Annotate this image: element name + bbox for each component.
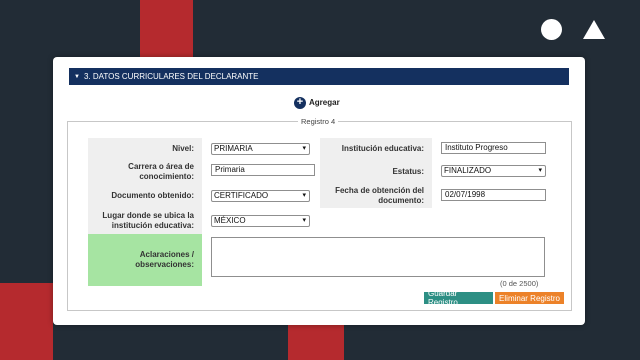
save-record-button[interactable]: Guardar Registro	[424, 289, 493, 307]
form-card: ▼ 3. DATOS CURRICULARES DEL DECLARANTE +…	[53, 57, 585, 325]
add-record-button[interactable]: + Agregar	[294, 96, 340, 109]
institucion-input[interactable]: Instituto Progreso	[441, 142, 546, 154]
record-legend: Registro 4	[298, 117, 339, 126]
estatus-select[interactable]: FINALIZADO ▾	[441, 165, 546, 177]
chevron-down-icon: ▾	[302, 145, 306, 152]
carrera-label: Carrera o área de conocimiento:	[88, 160, 202, 184]
chevron-down-icon: ▾	[538, 167, 542, 174]
documento-select[interactable]: CERTIFICADO ▾	[211, 190, 310, 202]
bg-red-stripe-top	[140, 0, 193, 57]
section-title: 3. DATOS CURRICULARES DEL DECLARANTE	[83, 72, 259, 81]
add-label: Agregar	[309, 98, 340, 107]
carrera-input[interactable]: Primaria	[211, 164, 315, 176]
institucion-label: Institución educativa:	[320, 138, 432, 160]
bg-red-stripe-bottom-left	[0, 283, 53, 360]
caret-down-icon: ▼	[74, 73, 80, 80]
chevron-down-icon: ▾	[302, 192, 306, 199]
documento-label: Documento obtenido:	[88, 184, 202, 208]
plus-circle-icon: +	[294, 96, 306, 109]
aclaraciones-textarea[interactable]	[211, 237, 545, 277]
nivel-select[interactable]: PRIMARIA ▾	[211, 143, 310, 155]
aclaraciones-label: Aclaraciones / observaciones:	[88, 234, 202, 286]
chevron-down-icon: ▾	[302, 217, 306, 224]
record-fieldset: Registro 4 Nivel: PRIMARIA ▾ Institución …	[67, 117, 572, 311]
triangle-shape-icon	[583, 20, 605, 39]
circle-shape-icon	[541, 19, 562, 40]
fecha-input[interactable]: 02/07/1998	[441, 189, 546, 201]
section-header[interactable]: ▼ 3. DATOS CURRICULARES DEL DECLARANTE	[69, 68, 569, 85]
nivel-label: Nivel:	[88, 138, 202, 160]
lugar-label: Lugar donde se ubica la institución educ…	[88, 208, 202, 234]
lugar-select[interactable]: MÉXICO ▾	[211, 215, 310, 227]
char-counter: (0 de 2500)	[500, 279, 539, 288]
delete-record-button[interactable]: Eliminar Registro	[495, 292, 564, 304]
estatus-label: Estatus:	[320, 160, 432, 184]
fecha-label: Fecha de obtención del documento:	[320, 184, 432, 208]
bg-red-stripe-bottom	[288, 325, 344, 360]
